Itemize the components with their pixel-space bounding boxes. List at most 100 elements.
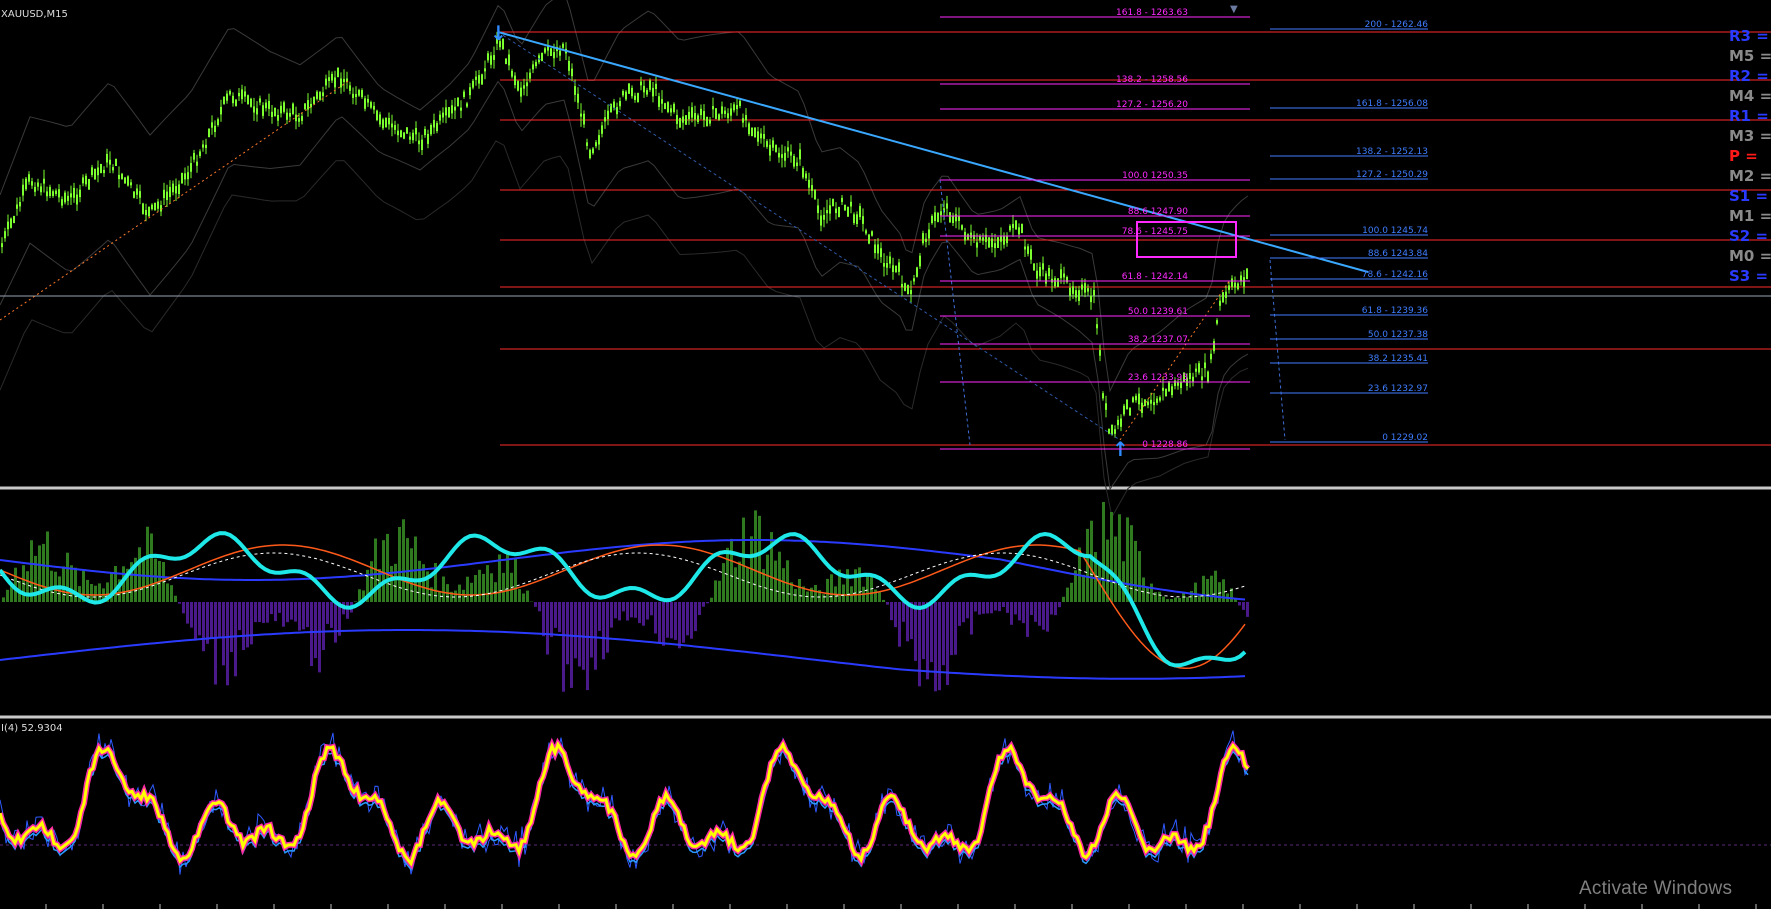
candle-body (988, 237, 990, 248)
candle-body (1123, 405, 1125, 415)
histogram-bar-negative (266, 602, 269, 623)
histogram-bar-negative (322, 602, 325, 650)
candle-body (751, 127, 753, 137)
histogram-bar-negative (674, 602, 677, 640)
candle-body (814, 189, 816, 200)
candle-body (253, 106, 255, 113)
histogram-bar-positive (882, 599, 885, 602)
candle-body (955, 214, 957, 222)
histogram-bar-negative (622, 602, 625, 612)
candle-body (880, 248, 882, 258)
candle-body (166, 191, 168, 200)
candle-body (382, 119, 384, 129)
histogram-bar-positive (1070, 582, 1073, 602)
candle-body (1, 243, 3, 248)
histogram-bar-positive (814, 585, 817, 602)
pivot-level-label: S3 = (1729, 267, 1768, 285)
candle-body (802, 168, 804, 178)
oscillator-panel[interactable] (0, 720, 1771, 909)
candle-body (829, 205, 831, 214)
candle-body (412, 132, 414, 141)
candle-body (169, 186, 171, 197)
candle-body (922, 233, 924, 244)
candle-body (205, 144, 207, 149)
histogram-bar-negative (566, 602, 569, 665)
fib-level-label: 138.2 - 1258.56 (1116, 75, 1188, 85)
candle-body (262, 105, 264, 116)
candle-body (46, 191, 48, 197)
histogram-bar-negative (1046, 602, 1049, 632)
candle-body (667, 102, 669, 113)
candle-body (574, 86, 576, 95)
candle-body (124, 177, 126, 184)
candle-body (769, 144, 771, 156)
histogram-bar-positive (858, 567, 861, 602)
histogram-bar-positive (502, 572, 505, 602)
candle-body (1072, 286, 1074, 294)
pivot-level-label: S2 = (1729, 227, 1768, 245)
candle-body (655, 83, 657, 89)
candle-body (832, 198, 834, 207)
candle-body (472, 80, 474, 88)
pivot-level-label: R3 = (1729, 27, 1769, 45)
histogram-bar-negative (602, 602, 605, 660)
candle-body (1150, 399, 1152, 404)
candle-body (286, 112, 288, 120)
histogram-bar-negative (574, 602, 577, 659)
histogram-bar-positive (846, 569, 849, 602)
candle-body (28, 174, 30, 182)
main-price-panel[interactable] (0, 0, 1771, 487)
histogram-bar-positive (742, 517, 745, 602)
fib-level-label: 78.6 - 1245.75 (1122, 227, 1188, 237)
histogram-bar-negative (254, 602, 257, 623)
candle-body (670, 108, 672, 113)
candle-body (100, 163, 102, 174)
histogram-bar-positive (786, 560, 789, 602)
candle-body (13, 216, 15, 223)
candle-body (256, 108, 258, 115)
histogram-bar-positive (1130, 525, 1133, 602)
candle-body (619, 101, 621, 107)
candle-body (442, 112, 444, 118)
candle-body (193, 152, 195, 160)
histogram-bar-negative (554, 602, 557, 628)
candle-body (514, 75, 516, 86)
candle-body (601, 125, 603, 134)
histogram-bar-negative (1050, 602, 1053, 615)
histogram-panel[interactable] (0, 491, 1771, 714)
candle-body (862, 216, 864, 224)
candle-body (532, 64, 534, 70)
candle-body (1138, 393, 1140, 405)
histogram-bar-negative (694, 602, 697, 632)
histogram-bar-positive (514, 558, 517, 602)
histogram-bar-negative (686, 602, 689, 636)
histogram-bar-positive (1158, 591, 1161, 602)
candle-body (748, 123, 750, 135)
candle-body (22, 184, 24, 196)
candle-body (676, 115, 678, 124)
candle-body (271, 111, 273, 117)
candle-body (238, 92, 240, 97)
candle-body (1228, 285, 1230, 290)
histogram-bar-negative (538, 602, 541, 612)
candle-body (598, 135, 600, 145)
trading-chart[interactable]: XAUUSD,M15 I(4) 52.9304 ↓↑▼ 161.8 - 1263… (0, 0, 1771, 909)
candle-body (391, 123, 393, 128)
histogram-bar-negative (318, 602, 321, 673)
candle-body (766, 141, 768, 147)
candle-body (283, 102, 285, 112)
histogram-bar-negative (1242, 602, 1245, 610)
histogram-bar-negative (214, 602, 217, 685)
candle-body (958, 216, 960, 221)
histogram-bar-negative (182, 602, 185, 614)
candle-body (793, 156, 795, 167)
histogram-bar-positive (486, 565, 489, 602)
histogram-bar-negative (586, 602, 589, 691)
fib-level-label: 50.0 1237.38 (1368, 330, 1428, 340)
candle-body (463, 91, 465, 97)
histogram-bar-positive (1218, 582, 1221, 602)
histogram-bar-positive (406, 538, 409, 602)
histogram-bar-negative (230, 602, 233, 652)
histogram-bar-positive (1178, 598, 1181, 602)
candle-body (454, 106, 456, 111)
